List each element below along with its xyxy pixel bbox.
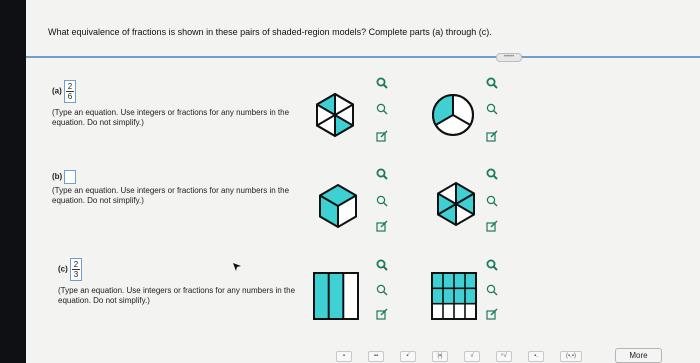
interval-icon[interactable]: (▪,▪)	[560, 351, 582, 362]
popout-icon[interactable]	[486, 130, 498, 142]
model-a-left	[316, 92, 354, 138]
zoom-out-icon[interactable]	[376, 103, 388, 115]
exponent-icon[interactable]: ▪'	[400, 351, 416, 362]
mixed-number-icon[interactable]: ▪▪	[368, 351, 384, 362]
more-button[interactable]: More	[615, 348, 662, 363]
nth-root-icon[interactable]: ⁿ√	[496, 351, 512, 362]
zoom-out-icon[interactable]	[486, 103, 498, 115]
popout-icon[interactable]	[376, 308, 388, 320]
model-c-left	[313, 272, 359, 320]
part-a: (a) 2 6 (Type an equation. Use integers …	[52, 80, 292, 128]
expand-toggle[interactable]: •••••	[496, 53, 522, 62]
zoom-out-icon[interactable]	[486, 195, 498, 207]
fraction-icon[interactable]: ▪	[336, 351, 352, 362]
model-b-left	[319, 183, 357, 229]
zoom-in-icon[interactable]	[376, 77, 388, 89]
zoom-in-icon[interactable]	[486, 168, 498, 180]
model-c-right	[431, 272, 477, 320]
popout-icon[interactable]	[376, 220, 388, 232]
zoom-out-icon[interactable]	[486, 284, 498, 296]
popout-icon[interactable]	[376, 130, 388, 142]
part-b-answer-input[interactable]	[64, 170, 77, 184]
absolute-value-icon[interactable]: |▪|	[432, 351, 448, 362]
popout-icon[interactable]	[486, 220, 498, 232]
part-b-label: (b)	[52, 172, 63, 182]
model-b-right	[437, 181, 475, 227]
part-b: (b) (Type an equation. Use integers or f…	[52, 170, 302, 206]
question-text: What equivalence of fractions is shown i…	[48, 27, 492, 37]
math-toolbar: ▪ ▪▪ ▪' |▪| √ ⁿ√ ▪. (▪,▪) More	[336, 346, 700, 363]
part-c-numerator[interactable]: 2	[74, 260, 78, 269]
question-panel: What equivalence of fractions is shown i…	[26, 0, 700, 363]
part-c-denominator[interactable]: 3	[74, 270, 78, 279]
popout-icon[interactable]	[486, 308, 498, 320]
zoom-in-icon[interactable]	[376, 259, 388, 271]
decimal-icon[interactable]: ▪.	[528, 351, 544, 362]
part-c: (c) 2 3 (Type an equation. Use integers …	[58, 258, 308, 306]
part-a-label: (a)	[52, 86, 62, 96]
zoom-in-icon[interactable]	[486, 259, 498, 271]
cursor-icon	[233, 263, 241, 271]
divider	[26, 56, 700, 58]
zoom-in-icon[interactable]	[486, 77, 498, 89]
zoom-out-icon[interactable]	[376, 284, 388, 296]
part-a-numerator[interactable]: 2	[68, 82, 72, 91]
sqrt-icon[interactable]: √	[464, 351, 480, 362]
zoom-out-icon[interactable]	[376, 195, 388, 207]
model-a-right	[432, 94, 474, 136]
zoom-in-icon[interactable]	[376, 168, 388, 180]
part-a-denominator[interactable]: 6	[68, 92, 72, 101]
part-c-answer-fraction[interactable]: 2 3	[70, 258, 83, 281]
part-a-answer-fraction[interactable]: 2 6	[64, 80, 77, 103]
part-b-hint: (Type an equation. Use integers or fract…	[52, 186, 290, 205]
part-c-label: (c)	[58, 264, 68, 274]
part-a-hint: (Type an equation. Use integers or fract…	[52, 108, 290, 127]
part-c-hint: (Type an equation. Use integers or fract…	[58, 286, 296, 305]
